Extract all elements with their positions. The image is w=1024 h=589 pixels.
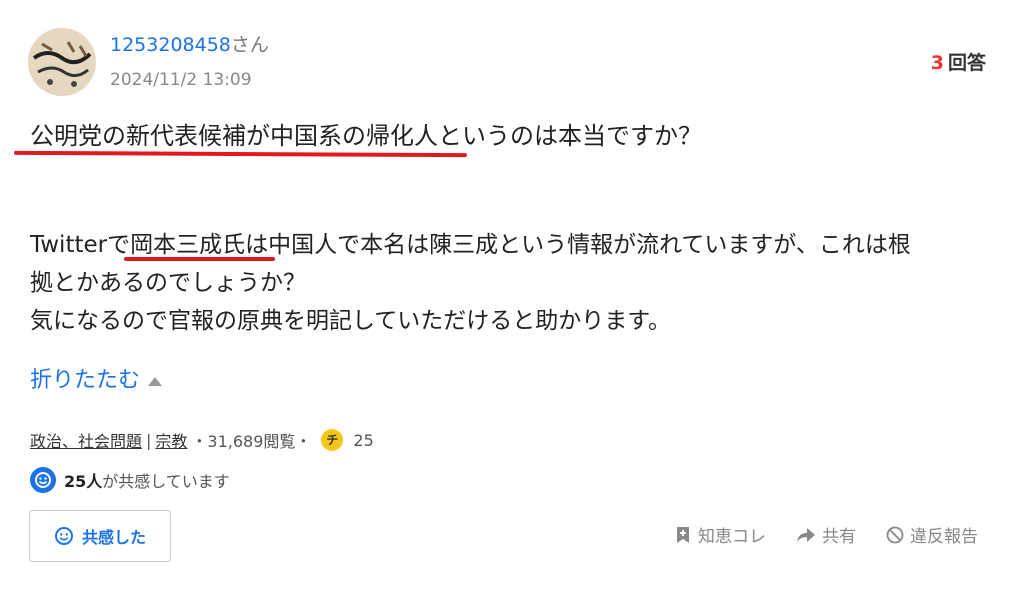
question-meta: 政治、社会問題 | 宗教 ・31,689閲覧・ チ 25 bbox=[30, 428, 374, 452]
coin-count: 25 bbox=[353, 430, 374, 450]
answer-count-label: 回答 bbox=[947, 52, 986, 74]
empathize-button[interactable]: 共感した bbox=[29, 510, 171, 562]
collapse-label: 折りたたむ bbox=[30, 368, 141, 393]
coin-icon: チ bbox=[321, 429, 344, 451]
body-line: 気になるので官報の原典を明記していただけると助かります。 bbox=[30, 308, 672, 334]
bookmark-plus-icon bbox=[677, 526, 689, 543]
category-link-religion[interactable]: 宗教 bbox=[155, 428, 187, 452]
action-bar: 知恵コレ 共有 違反報告 bbox=[674, 522, 978, 547]
collapse-button[interactable]: 折りたたむ bbox=[30, 362, 163, 394]
smile-icon bbox=[30, 467, 56, 493]
avatar[interactable] bbox=[28, 28, 96, 96]
answer-count-number: 3 bbox=[930, 52, 944, 74]
triangle-up-icon bbox=[148, 376, 163, 386]
report-button[interactable]: 違反報告 bbox=[886, 522, 978, 547]
question-title: 公明党の新代表候補が中国系の帰化人というのは本当ですか？ bbox=[30, 122, 702, 150]
username-link[interactable]: 1253208458 bbox=[110, 34, 231, 56]
smile-outline-icon bbox=[54, 527, 73, 545]
body-line: 拠とかあるのでしょうか？ bbox=[30, 270, 306, 296]
share-arrow-icon bbox=[797, 527, 815, 542]
share-button[interactable]: 共有 bbox=[796, 522, 856, 547]
name-underline-mark bbox=[124, 257, 275, 261]
empathize-button-label: 共感した bbox=[81, 528, 146, 547]
category-link-politics[interactable]: 政治、社会問題 bbox=[30, 428, 142, 452]
save-to-collection-label: 知恵コレ bbox=[698, 527, 766, 547]
username-suffix: さん bbox=[230, 34, 269, 56]
post-date: 2024/11/2 13:09 bbox=[110, 70, 252, 90]
empathy-count: 25人 bbox=[64, 472, 103, 491]
answer-count[interactable]: 3 回答 bbox=[931, 48, 986, 75]
question-body: Twitterで岡本三成氏は中国人で本名は陳三成という情報が流れていますが、これ… bbox=[30, 226, 1000, 340]
save-to-collection-button[interactable]: 知恵コレ bbox=[674, 522, 766, 547]
prohibited-icon bbox=[886, 526, 904, 543]
category-separator: | bbox=[146, 430, 152, 450]
share-label: 共有 bbox=[822, 527, 856, 547]
empathy-text: が共感しています bbox=[102, 472, 230, 491]
empathy-summary: 25人が共感しています bbox=[30, 467, 230, 493]
title-underline-mark bbox=[13, 150, 468, 158]
avatar-image bbox=[28, 28, 96, 96]
view-count: ・31,689閲覧・ bbox=[191, 432, 312, 451]
user-info: 1253208458さん bbox=[110, 30, 269, 57]
report-label: 違反報告 bbox=[910, 527, 978, 547]
